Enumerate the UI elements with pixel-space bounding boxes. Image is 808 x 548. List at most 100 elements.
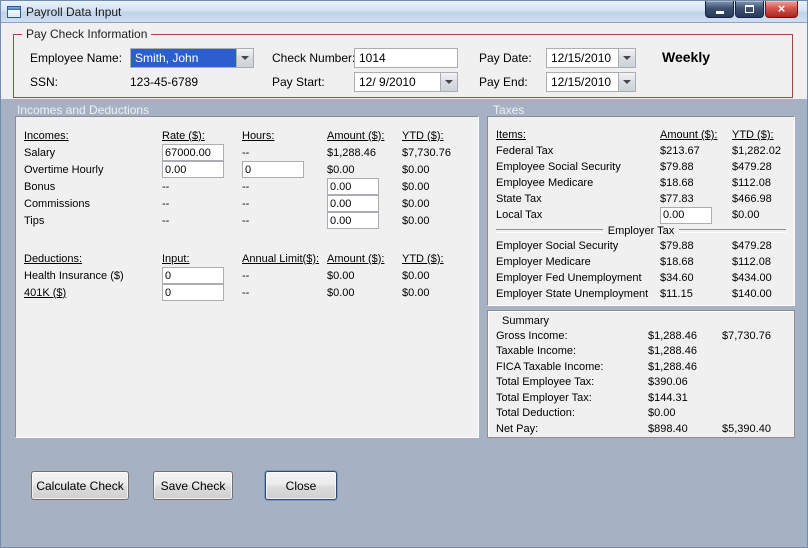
paycheck-info-group: Pay Check Information Employee Name: Smi…	[13, 27, 793, 98]
ssn-value: 123-45-6789	[130, 75, 199, 89]
tax-ytd: $466.98	[732, 193, 772, 205]
tax-name: Federal Tax	[496, 145, 554, 157]
401k-input[interactable]	[162, 284, 224, 301]
overtime-rate-input[interactable]	[162, 161, 224, 178]
app-icon	[7, 5, 21, 18]
summary-name: Gross Income:	[496, 329, 568, 342]
employee-name-combobox[interactable]: Smith, John	[130, 48, 254, 68]
employee-name-label: Employee Name:	[30, 51, 123, 65]
deduction-ytd: $0.00	[402, 286, 430, 299]
pay-end-value: 12/15/2010	[551, 75, 612, 89]
summary-ytd: $5,390.40	[722, 422, 771, 435]
tax-ytd: $434.00	[732, 272, 772, 284]
pay-start-datepicker[interactable]: 12/ 9/2010	[354, 72, 458, 92]
income-name: Tips	[24, 214, 45, 227]
health-insurance-input[interactable]	[162, 267, 224, 284]
minimize-button[interactable]	[705, 1, 734, 18]
tax-name: State Tax	[496, 193, 542, 205]
deductions-header-row: Deductions: Input: Annual Limit($): Amou…	[24, 250, 478, 267]
window-body: Incomes and Deductions Taxes Pay Check I…	[1, 23, 807, 547]
pay-date-label: Pay Date:	[479, 51, 532, 65]
income-row-bonus: Bonus -- -- $0.00	[24, 178, 478, 195]
summary-amount: $0.00	[648, 407, 676, 420]
pay-frequency-label: Weekly	[662, 49, 710, 65]
tax-name: Employee Medicare	[496, 177, 594, 189]
income-row-salary: Salary -- $1,288.46 $7,730.76	[24, 144, 478, 161]
summary-row-gross: Gross Income: $1,288.46 $7,730.76	[496, 328, 794, 344]
income-amount: $0.00	[327, 163, 355, 176]
titlebar: Payroll Data Input ×	[1, 1, 807, 23]
deductions-header: Deductions:	[24, 252, 83, 265]
pay-end-dropdown-button[interactable]	[618, 73, 635, 91]
income-ytd: $0.00	[402, 163, 430, 176]
window-controls: ×	[705, 1, 798, 18]
save-check-button[interactable]: Save Check	[153, 471, 233, 500]
summary-name: Taxable Income:	[496, 345, 577, 358]
maximize-icon	[745, 5, 754, 13]
income-row-commissions: Commissions -- -- $0.00	[24, 195, 478, 212]
tax-ytd: $479.28	[732, 240, 772, 252]
deduction-name-401k-link[interactable]: 401K ($)	[24, 287, 162, 299]
summary-row-total-employer-tax: Total Employer Tax: $144.31	[496, 390, 794, 406]
income-row-tips: Tips -- -- $0.00	[24, 212, 478, 229]
salary-rate-input[interactable]	[162, 144, 224, 161]
chevron-down-icon	[623, 80, 631, 84]
summary-row-total-deduction: Total Deduction: $0.00	[496, 406, 794, 422]
pay-start-dropdown-button[interactable]	[440, 73, 457, 91]
income-ytd: $0.00	[402, 180, 430, 193]
chevron-down-icon	[445, 80, 453, 84]
summary-amount: $898.40	[648, 422, 688, 435]
tax-ytd: $479.28	[732, 161, 772, 173]
tax-row-employer-medicare: Employer Medicare $18.68 $112.08	[496, 254, 794, 270]
tax-amount: $11.15	[660, 288, 693, 300]
annual-limit-header: Annual Limit($):	[242, 252, 320, 265]
tax-row-employee-ss: Employee Social Security $79.88 $479.28	[496, 159, 794, 175]
maximize-button[interactable]	[735, 1, 764, 18]
tax-amount: $213.67	[660, 145, 700, 157]
window-title: Payroll Data Input	[26, 4, 122, 19]
tax-row-local: Local Tax $0.00	[496, 206, 794, 224]
tax-amount: $79.88	[660, 161, 694, 173]
pay-end-datepicker[interactable]: 12/15/2010	[546, 72, 636, 92]
summary-name: Net Pay:	[496, 422, 539, 435]
items-header: Items:	[496, 129, 526, 141]
chevron-down-icon	[241, 56, 249, 60]
tips-amount-input[interactable]	[327, 212, 379, 229]
ytd-header: YTD ($):	[402, 252, 444, 265]
bonus-amount-input[interactable]	[327, 178, 379, 195]
tax-row-employer-state-unemployment: Employer State Unemployment $11.15 $140.…	[496, 286, 794, 302]
incomes-header: Incomes:	[24, 129, 69, 142]
tax-ytd: $1,282.02	[732, 145, 781, 157]
tax-ytd: $0.00	[732, 209, 760, 221]
deduction-row-401k: 401K ($) -- $0.00 $0.00	[24, 284, 478, 301]
check-number-label: Check Number:	[272, 51, 356, 65]
tax-amount: $79.88	[660, 240, 694, 252]
pay-date-dropdown-button[interactable]	[618, 49, 635, 67]
calculate-check-button[interactable]: Calculate Check	[31, 471, 129, 500]
pay-date-datepicker[interactable]: 12/15/2010	[546, 48, 636, 68]
input-header: Input:	[162, 252, 190, 265]
local-tax-input[interactable]	[660, 206, 712, 224]
overtime-hours-input[interactable]	[242, 161, 304, 178]
deduction-amount: $0.00	[327, 269, 355, 282]
commissions-amount-input[interactable]	[327, 195, 379, 212]
check-number-input[interactable]	[354, 48, 458, 68]
summary-name: Total Employee Tax:	[496, 376, 595, 389]
incomes-deductions-panel: Incomes: Rate ($): Hours: Amount ($): YT…	[15, 116, 479, 438]
minimize-icon	[715, 11, 724, 14]
section-label-incomes-deductions: Incomes and Deductions	[17, 103, 150, 117]
tax-name: Employee Social Security	[496, 161, 621, 173]
tax-ytd: $112.08	[732, 256, 771, 268]
employee-name-dropdown-button[interactable]	[236, 49, 253, 67]
hours-header: Hours:	[242, 129, 275, 142]
summary-row-total-employee-tax: Total Employee Tax: $390.06	[496, 375, 794, 391]
income-hours: --	[242, 180, 250, 193]
incomes-header-row: Incomes: Rate ($): Hours: Amount ($): YT…	[24, 127, 478, 144]
income-hours: --	[242, 214, 250, 227]
pay-date-value: 12/15/2010	[551, 51, 612, 65]
summary-amount: $144.31	[648, 391, 688, 404]
income-rate: --	[162, 180, 170, 193]
close-window-button[interactable]: ×	[765, 1, 798, 18]
summary-group: Summary Gross Income: $1,288.46 $7,730.7…	[487, 310, 795, 438]
close-button[interactable]: Close	[265, 471, 337, 500]
